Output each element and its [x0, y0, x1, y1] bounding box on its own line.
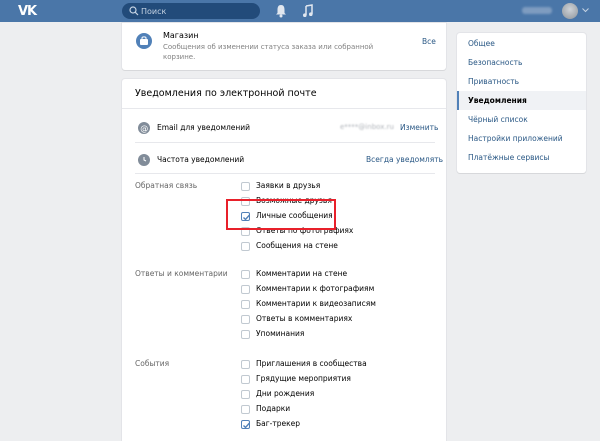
- email-notifications-panel: Уведомления по электронной почте @ Email…: [122, 79, 446, 441]
- checkbox-label: Грядущие мероприятия: [256, 374, 351, 383]
- menu-item-security[interactable]: Безопасность: [457, 53, 586, 72]
- divider: [122, 108, 446, 109]
- checkbox-box-checked[interactable]: [241, 420, 251, 429]
- group-label-events: События: [135, 359, 170, 368]
- highlight-frame: [226, 199, 336, 230]
- search-box[interactable]: [122, 3, 260, 19]
- at-icon: @: [138, 122, 150, 134]
- checkbox-box[interactable]: [241, 360, 250, 369]
- store-all-link[interactable]: Все: [422, 37, 436, 46]
- vk-logo[interactable]: VK: [18, 4, 42, 19]
- checkbox-label: Комментарии к фотографиям: [256, 284, 375, 293]
- checkbox-box[interactable]: [241, 270, 250, 279]
- menu-item-notifications[interactable]: Уведомления: [457, 91, 586, 110]
- checkbox-box[interactable]: [241, 375, 250, 384]
- bell-icon[interactable]: [275, 4, 287, 18]
- divider: [135, 142, 435, 143]
- checkbox-box[interactable]: [241, 242, 250, 251]
- checkbox-box[interactable]: [241, 300, 250, 309]
- checkbox-label: Упоминания: [256, 329, 305, 338]
- avatar[interactable]: [562, 3, 578, 19]
- menu-item-payment-services[interactable]: Платёжные сервисы: [457, 148, 586, 167]
- checkbox-box[interactable]: [241, 285, 250, 294]
- checkbox-box[interactable]: [241, 182, 250, 191]
- frequency-select[interactable]: Всегда уведомлять: [366, 155, 443, 164]
- menu-item-privacy[interactable]: Приватность: [457, 72, 586, 91]
- music-icon[interactable]: [302, 4, 314, 18]
- search-input[interactable]: [141, 4, 251, 18]
- frequency-label: Частота уведомлений: [157, 155, 245, 164]
- checkbox-label: Сообщения на стене: [256, 241, 338, 250]
- top-header: VK: [0, 0, 600, 22]
- search-icon: [129, 6, 139, 16]
- group-label-replies: Ответы и комментарии: [135, 269, 228, 278]
- checkbox-label: Ответы в комментариях: [256, 314, 353, 323]
- group-label-feedback: Обратная связь: [135, 181, 198, 190]
- checkmark-icon: [243, 422, 251, 429]
- store-icon: [136, 33, 152, 49]
- checkbox-label: Дни рождения: [256, 389, 315, 398]
- email-label: Email для уведомлений: [157, 123, 251, 132]
- checkbox-label: Заявки в друзья: [256, 181, 321, 190]
- divider: [135, 173, 435, 174]
- change-email-link[interactable]: Изменить: [400, 123, 438, 132]
- clock-icon: [138, 154, 150, 166]
- checkbox-box[interactable]: [241, 390, 250, 399]
- checkbox-box[interactable]: [241, 315, 250, 324]
- checkbox-box[interactable]: [241, 330, 250, 339]
- checkbox-label: Подарки: [256, 404, 291, 413]
- store-description: Сообщения об изменении статуса заказа ил…: [163, 43, 374, 61]
- checkbox-box[interactable]: [241, 405, 250, 414]
- store-notifications-panel: Магазин Сообщения об изменении статуса з…: [122, 23, 446, 70]
- checkbox-label: Баг-трекер: [256, 419, 301, 428]
- menu-item-blacklist[interactable]: Чёрный список: [457, 110, 586, 129]
- store-title: Магазин: [163, 31, 199, 40]
- checkbox-label: Комментарии на стене: [256, 269, 348, 278]
- email-value: e****@inbox.ru: [340, 123, 394, 131]
- checkbox-label: Комментарии к видеозаписям: [256, 299, 376, 308]
- menu-item-general[interactable]: Общее: [457, 34, 586, 53]
- user-name-blurred[interactable]: [522, 7, 552, 14]
- checkbox-label: Приглашения в сообщества: [256, 359, 367, 368]
- svg-text:@: @: [140, 124, 148, 133]
- chevron-down-icon[interactable]: [582, 8, 589, 13]
- menu-item-app-settings[interactable]: Настройки приложений: [457, 129, 586, 148]
- section-title: Уведомления по электронной почте: [135, 88, 317, 99]
- settings-menu: Общее Безопасность Приватность Уведомлен…: [457, 33, 586, 173]
